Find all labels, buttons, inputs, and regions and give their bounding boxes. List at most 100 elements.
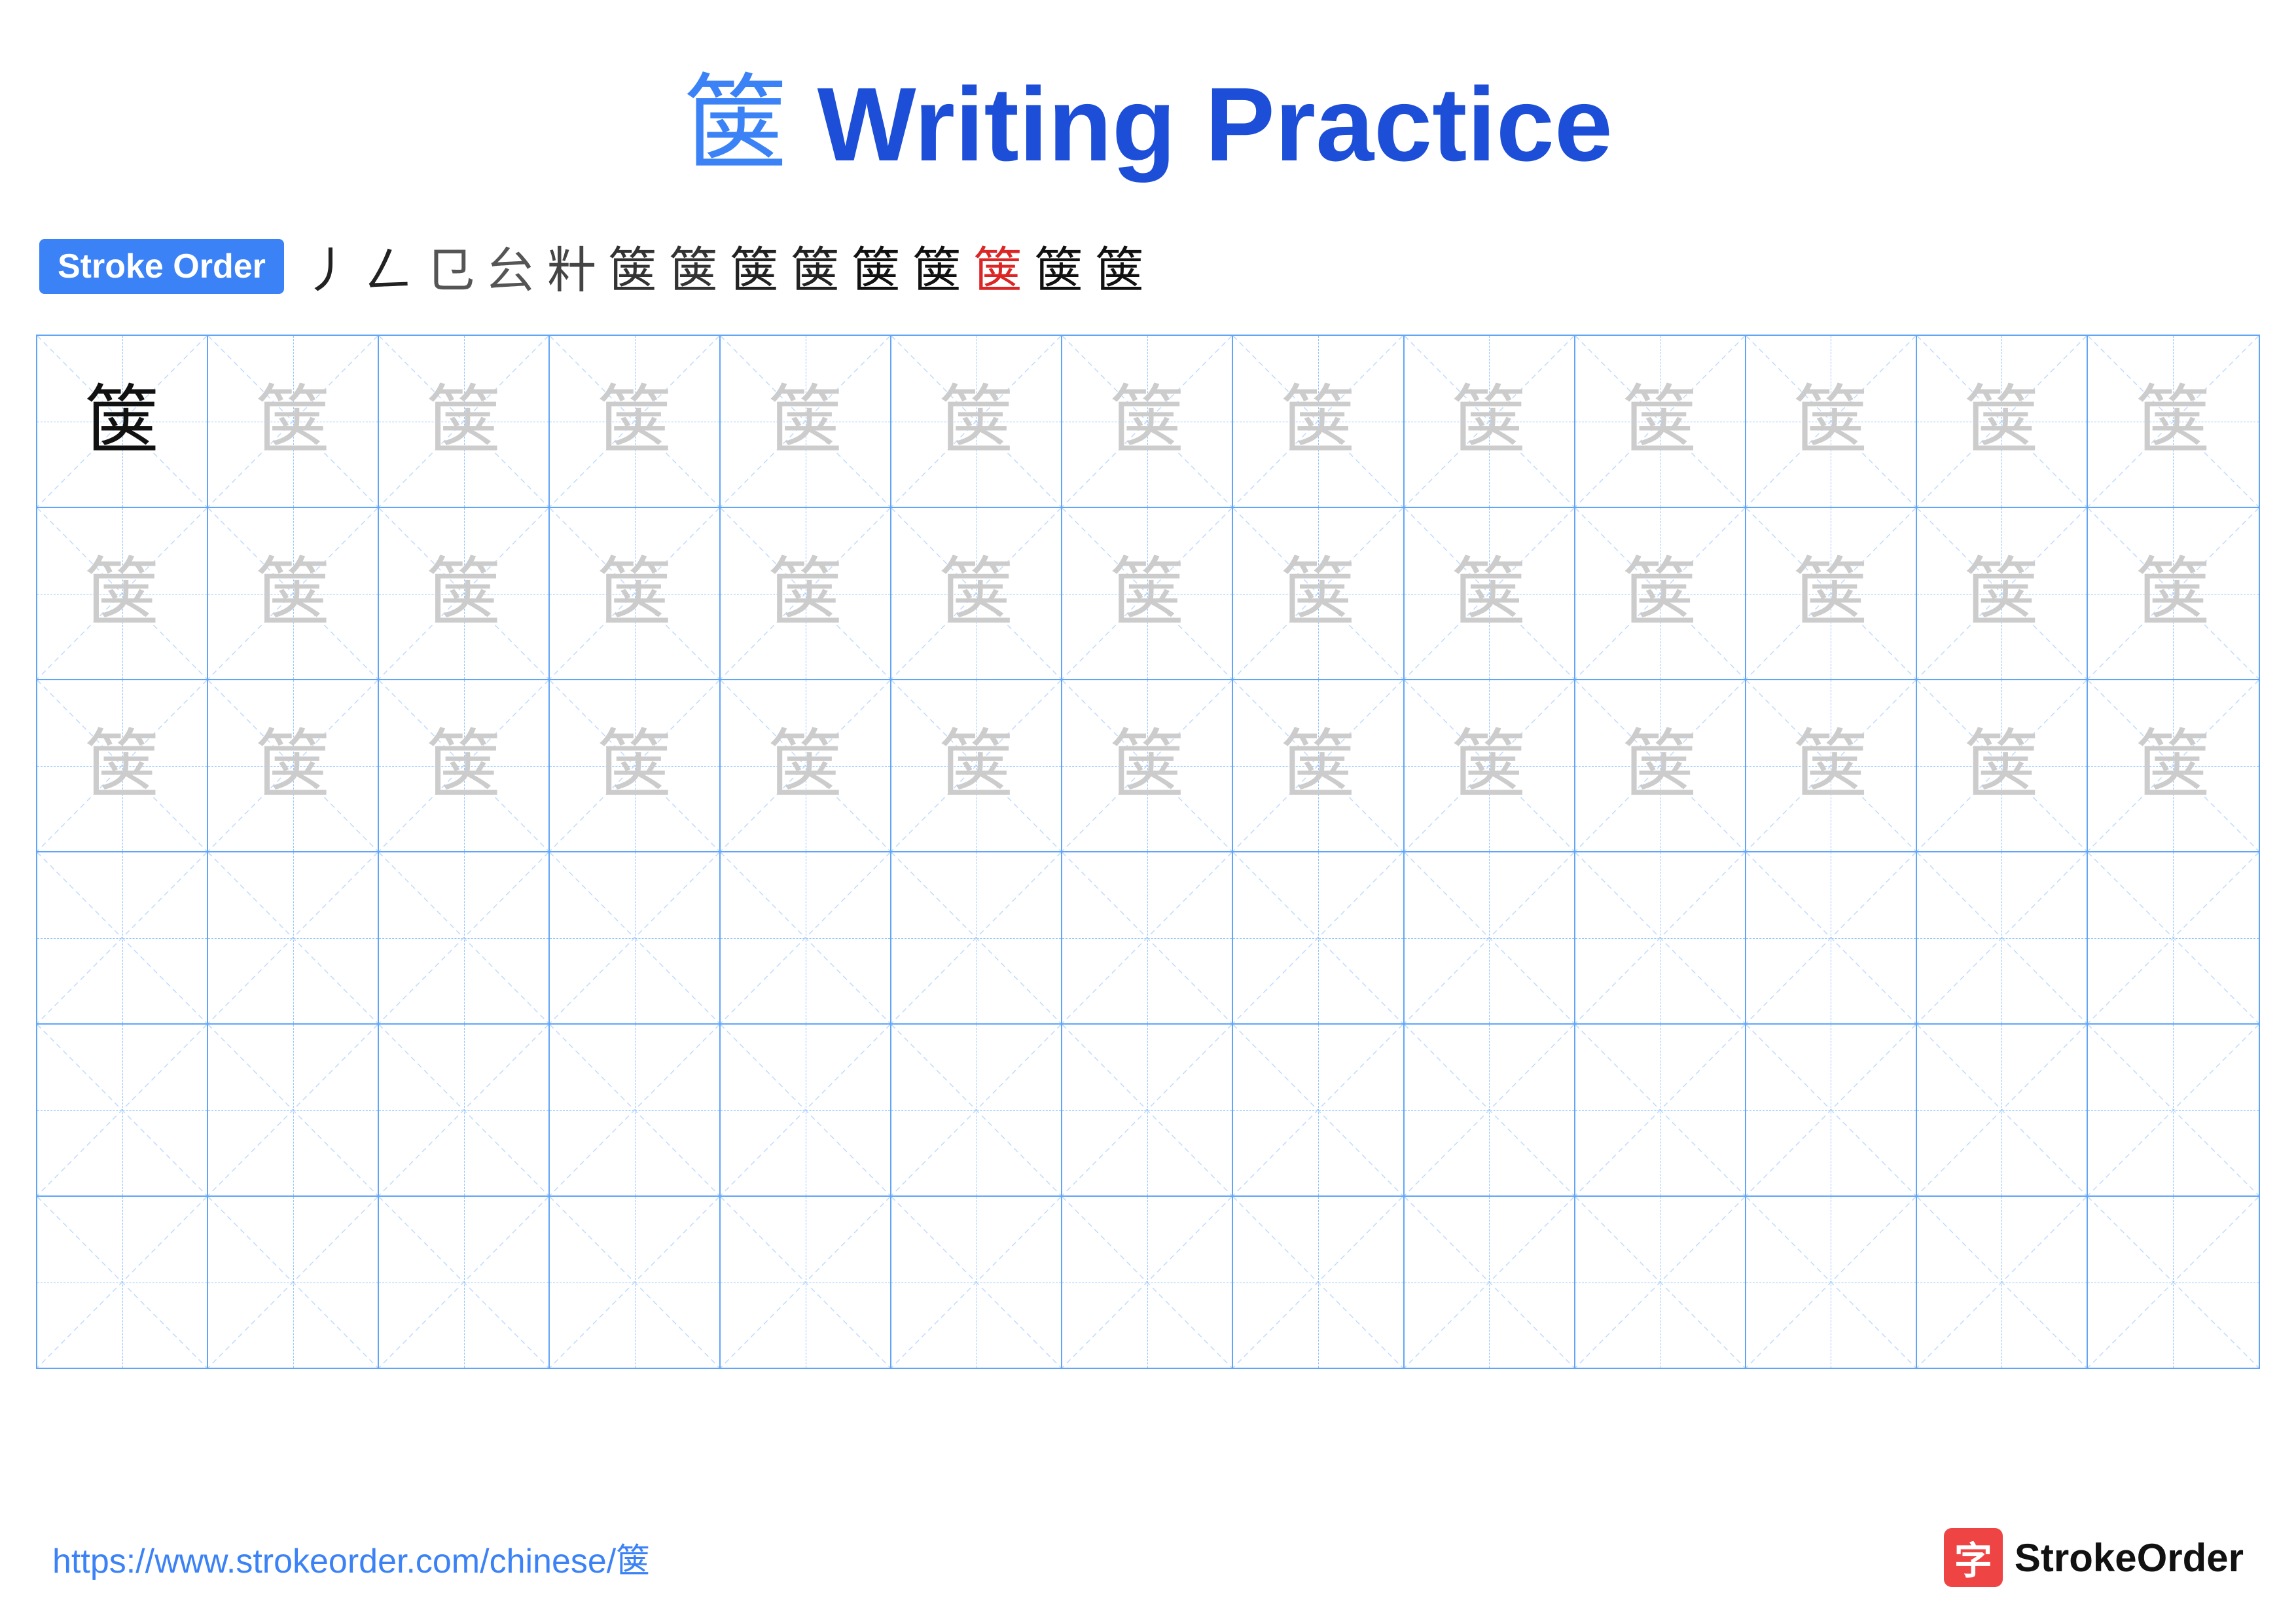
grid-cell-6-1[interactable] [37, 1197, 208, 1368]
grid-cell-1-9[interactable]: 箧 [1405, 336, 1575, 507]
grid-cell-5-10[interactable] [1575, 1025, 1746, 1195]
grid-cell-1-4[interactable]: 箧 [550, 336, 721, 507]
grid-cell-1-10[interactable]: 箧 [1575, 336, 1746, 507]
grid-cell-5-7[interactable] [1062, 1025, 1233, 1195]
grid-cell-1-12[interactable]: 箧 [1917, 336, 2088, 507]
stroke-step-2: 𠃋 [365, 230, 414, 302]
grid-cell-4-2[interactable] [208, 852, 379, 1023]
practice-char-solid: 箧 [84, 384, 160, 459]
practice-grid: 箧 箧 箧 箧 箧 箧 箧 箧 [36, 335, 2260, 1369]
grid-cell-5-3[interactable] [379, 1025, 550, 1195]
grid-cell-3-4[interactable]: 箧 [550, 680, 721, 851]
footer-url[interactable]: https://www.strokeorder.com/chinese/箧 [52, 1533, 650, 1582]
stroke-steps: 丿 𠃋 㔾 㕕 籵 箧 箧 箧 箧 箧 箧 箧 箧 箧 [304, 230, 1144, 302]
grid-cell-2-1[interactable]: 箧 [37, 508, 208, 679]
stroke-step-8: 箧 [730, 230, 779, 302]
grid-cell-5-13[interactable] [2088, 1025, 2259, 1195]
grid-row-4 [37, 852, 2259, 1025]
grid-cell-2-5[interactable]: 箧 [721, 508, 891, 679]
grid-cell-4-13[interactable] [2088, 852, 2259, 1023]
grid-cell-3-9[interactable]: 箧 [1405, 680, 1575, 851]
grid-cell-2-7[interactable]: 箧 [1062, 508, 1233, 679]
grid-cell-2-11[interactable]: 箧 [1746, 508, 1917, 679]
grid-cell-6-3[interactable] [379, 1197, 550, 1368]
stroke-step-14: 箧 [1095, 230, 1144, 302]
stroke-step-11: 箧 [912, 230, 961, 302]
grid-cell-5-5[interactable] [721, 1025, 891, 1195]
grid-row-5 [37, 1025, 2259, 1197]
grid-cell-2-8[interactable]: 箧 [1233, 508, 1404, 679]
grid-cell-5-8[interactable] [1233, 1025, 1404, 1195]
grid-row-3: 箧 箧 箧 箧 箧 箧 箧 箧 [37, 680, 2259, 852]
grid-cell-4-6[interactable] [891, 852, 1062, 1023]
title-area: 箧 Writing Practice [0, 0, 2296, 191]
title-text: Writing Practice [788, 65, 1613, 183]
grid-cell-1-8[interactable]: 箧 [1233, 336, 1404, 507]
grid-cell-4-4[interactable] [550, 852, 721, 1023]
grid-cell-5-12[interactable] [1917, 1025, 2088, 1195]
grid-cell-2-12[interactable]: 箧 [1917, 508, 2088, 679]
grid-cell-2-2[interactable]: 箧 [208, 508, 379, 679]
grid-row-6 [37, 1197, 2259, 1368]
grid-cell-3-6[interactable]: 箧 [891, 680, 1062, 851]
grid-cell-6-4[interactable] [550, 1197, 721, 1368]
stroke-step-4: 㕕 [486, 230, 535, 302]
grid-cell-1-5[interactable]: 箧 [721, 336, 891, 507]
grid-cell-5-1[interactable] [37, 1025, 208, 1195]
grid-row-2: 箧 箧 箧 箧 箧 箧 箧 箧 [37, 508, 2259, 680]
grid-cell-4-11[interactable] [1746, 852, 1917, 1023]
grid-cell-1-7[interactable]: 箧 [1062, 336, 1233, 507]
grid-cell-2-6[interactable]: 箧 [891, 508, 1062, 679]
grid-cell-3-11[interactable]: 箧 [1746, 680, 1917, 851]
grid-cell-2-4[interactable]: 箧 [550, 508, 721, 679]
grid-row-1: 箧 箧 箧 箧 箧 箧 箧 箧 [37, 336, 2259, 508]
grid-cell-6-13[interactable] [2088, 1197, 2259, 1368]
grid-cell-6-11[interactable] [1746, 1197, 1917, 1368]
stroke-step-5: 籵 [547, 230, 596, 302]
practice-char-faded: 箧 [255, 384, 331, 459]
grid-cell-2-3[interactable]: 箧 [379, 508, 550, 679]
grid-cell-6-6[interactable] [891, 1197, 1062, 1368]
grid-cell-3-5[interactable]: 箧 [721, 680, 891, 851]
footer-brand: 字 StrokeOrder [1944, 1528, 2244, 1587]
grid-cell-3-10[interactable]: 箧 [1575, 680, 1746, 851]
grid-cell-4-3[interactable] [379, 852, 550, 1023]
grid-cell-6-9[interactable] [1405, 1197, 1575, 1368]
grid-cell-6-8[interactable] [1233, 1197, 1404, 1368]
grid-cell-4-12[interactable] [1917, 852, 2088, 1023]
grid-cell-1-6[interactable]: 箧 [891, 336, 1062, 507]
grid-cell-6-7[interactable] [1062, 1197, 1233, 1368]
grid-cell-1-13[interactable]: 箧 [2088, 336, 2259, 507]
grid-cell-1-2[interactable]: 箧 [208, 336, 379, 507]
grid-cell-2-10[interactable]: 箧 [1575, 508, 1746, 679]
grid-cell-3-8[interactable]: 箧 [1233, 680, 1404, 851]
grid-cell-3-3[interactable]: 箧 [379, 680, 550, 851]
grid-cell-3-13[interactable]: 箧 [2088, 680, 2259, 851]
grid-cell-6-10[interactable] [1575, 1197, 1746, 1368]
grid-cell-1-11[interactable]: 箧 [1746, 336, 1917, 507]
grid-cell-4-7[interactable] [1062, 852, 1233, 1023]
grid-cell-5-4[interactable] [550, 1025, 721, 1195]
grid-cell-1-3[interactable]: 箧 [379, 336, 550, 507]
grid-cell-5-2[interactable] [208, 1025, 379, 1195]
grid-cell-3-2[interactable]: 箧 [208, 680, 379, 851]
grid-cell-5-6[interactable] [891, 1025, 1062, 1195]
grid-cell-3-7[interactable]: 箧 [1062, 680, 1233, 851]
grid-cell-4-8[interactable] [1233, 852, 1404, 1023]
grid-cell-4-9[interactable] [1405, 852, 1575, 1023]
grid-cell-5-11[interactable] [1746, 1025, 1917, 1195]
stroke-step-6: 箧 [608, 230, 657, 302]
stroke-order-badge: Stroke Order [39, 239, 284, 294]
grid-cell-4-10[interactable] [1575, 852, 1746, 1023]
grid-cell-5-9[interactable] [1405, 1025, 1575, 1195]
grid-cell-6-2[interactable] [208, 1197, 379, 1368]
grid-cell-6-12[interactable] [1917, 1197, 2088, 1368]
grid-cell-6-5[interactable] [721, 1197, 891, 1368]
grid-cell-1-1[interactable]: 箧 [37, 336, 208, 507]
grid-cell-4-5[interactable] [721, 852, 891, 1023]
grid-cell-3-1[interactable]: 箧 [37, 680, 208, 851]
grid-cell-2-9[interactable]: 箧 [1405, 508, 1575, 679]
grid-cell-3-12[interactable]: 箧 [1917, 680, 2088, 851]
grid-cell-4-1[interactable] [37, 852, 208, 1023]
grid-cell-2-13[interactable]: 箧 [2088, 508, 2259, 679]
